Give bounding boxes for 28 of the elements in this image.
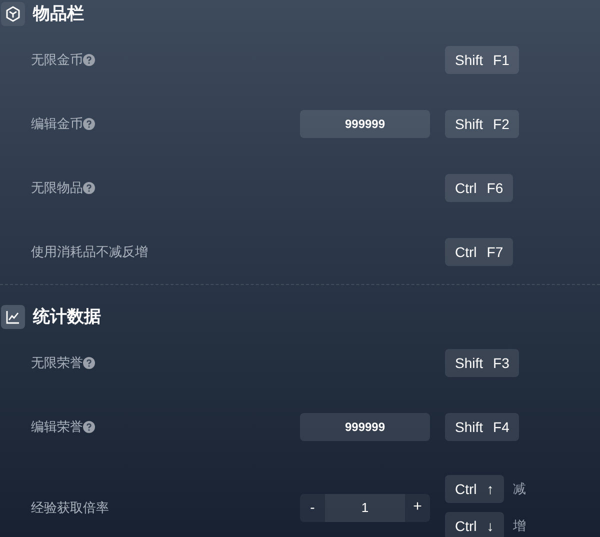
help-icon[interactable] xyxy=(83,54,95,66)
setting-label: 编辑金币 xyxy=(31,115,83,134)
help-icon[interactable] xyxy=(83,357,95,369)
hotkey-button[interactable]: Shift F3 xyxy=(445,349,520,377)
help-icon[interactable] xyxy=(83,118,95,130)
hotkey-button[interactable]: Shift F4 xyxy=(445,413,520,441)
hotkey-action-label: 减 xyxy=(512,480,526,498)
cube-icon xyxy=(1,2,25,26)
setting-label: 无限荣誉 xyxy=(31,354,83,372)
setting-label: 无限物品 xyxy=(31,179,83,198)
setting-label: 无限金币 xyxy=(31,51,83,70)
increment-button[interactable]: + xyxy=(405,494,430,522)
hotkey-button[interactable]: Ctrl ↓ xyxy=(445,512,504,537)
setting-label: 编辑荣誉 xyxy=(31,418,83,436)
help-icon[interactable] xyxy=(83,421,95,433)
decrement-button[interactable]: - xyxy=(300,494,325,522)
hotkey-button[interactable]: Ctrl F7 xyxy=(445,238,514,266)
hotkey-action-label: 增 xyxy=(512,517,526,536)
section-title: 物品栏 xyxy=(33,3,84,26)
hotkey-button[interactable]: Shift F2 xyxy=(445,110,520,138)
line-chart-icon xyxy=(1,305,25,329)
section-title: 统计数据 xyxy=(33,306,101,328)
hotkey-button[interactable]: Shift F1 xyxy=(445,46,520,74)
hotkey-button[interactable]: Ctrl F6 xyxy=(445,174,514,202)
setting-label: 经验获取倍率 xyxy=(31,498,109,517)
help-icon[interactable] xyxy=(83,182,95,194)
setting-label: 使用消耗品不减反增 xyxy=(31,243,148,262)
hotkey-button[interactable]: Ctrl ↑ xyxy=(445,475,504,503)
